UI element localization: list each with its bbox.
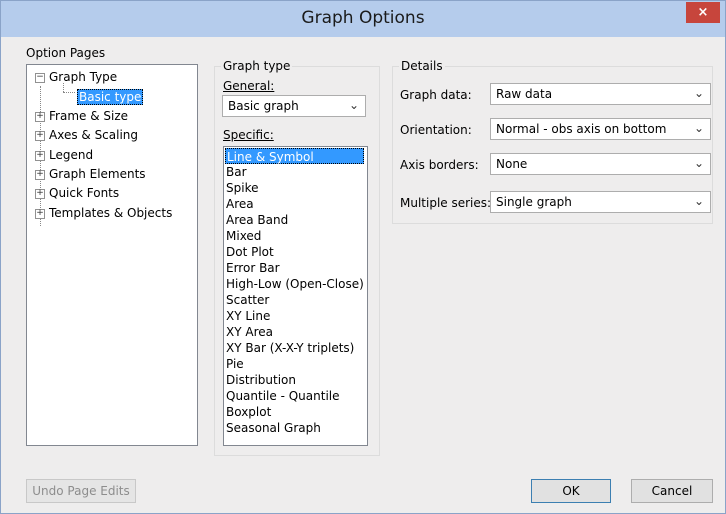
tree-item-label: Templates & Objects xyxy=(49,206,173,220)
multiple-series-value: Single graph xyxy=(496,195,572,209)
orientation-dropdown[interactable]: Normal - obs axis on bottom ⌄ xyxy=(490,118,711,140)
specific-label: Specific: xyxy=(223,128,274,142)
tree-item-basic-type[interactable]: Basic type xyxy=(77,89,144,106)
expand-icon[interactable]: + xyxy=(35,209,45,219)
list-item[interactable]: Quantile - Quantile xyxy=(226,388,340,404)
title-bar[interactable]: Graph Options × xyxy=(1,1,725,37)
option-pages-label: Option Pages xyxy=(26,46,106,60)
multiple-series-dropdown[interactable]: Single graph ⌄ xyxy=(490,191,711,213)
axis-borders-dropdown[interactable]: None ⌄ xyxy=(490,153,711,175)
general-value: Basic graph xyxy=(228,99,299,113)
list-item[interactable]: Pie xyxy=(226,356,244,372)
cancel-button[interactable]: Cancel xyxy=(631,479,713,503)
tree-item-label: Quick Fonts xyxy=(49,186,120,200)
graph-options-dialog: Graph Options × Option Pages − Graph Typ… xyxy=(0,0,726,514)
orientation-value: Normal - obs axis on bottom xyxy=(496,122,667,136)
list-item[interactable]: Mixed xyxy=(226,228,261,244)
tree-item-label: Basic type xyxy=(77,89,144,105)
axis-borders-label: Axis borders: xyxy=(400,158,479,172)
graph-data-dropdown[interactable]: Raw data ⌄ xyxy=(490,83,711,105)
list-item[interactable]: High-Low (Open-Close) xyxy=(226,276,364,292)
chevron-down-icon: ⌄ xyxy=(693,86,704,100)
tree-item-label: Frame & Size xyxy=(49,109,129,123)
tree-item-label: Legend xyxy=(49,148,94,162)
list-item[interactable]: Dot Plot xyxy=(226,244,274,260)
collapse-icon[interactable]: − xyxy=(35,73,45,83)
details-label: Details xyxy=(399,59,445,73)
expand-icon[interactable]: + xyxy=(35,170,45,180)
graph-data-label: Graph data: xyxy=(400,88,472,102)
list-item[interactable]: Spike xyxy=(226,180,258,196)
list-item[interactable]: Error Bar xyxy=(226,260,280,276)
chevron-down-icon: ⌄ xyxy=(693,156,704,170)
expand-icon[interactable]: + xyxy=(35,151,45,161)
tree-item-label: Graph Type xyxy=(49,70,118,84)
tree-item-label: Axes & Scaling xyxy=(49,128,139,142)
list-item[interactable]: XY Line xyxy=(226,308,270,324)
close-button[interactable]: × xyxy=(686,2,720,23)
expand-icon[interactable]: + xyxy=(35,112,45,122)
ok-button[interactable]: OK xyxy=(531,479,611,503)
specific-listbox[interactable]: Line & Symbol Bar Spike Area Area Band M… xyxy=(223,146,368,446)
orientation-label: Orientation: xyxy=(400,123,472,137)
list-item[interactable]: Area xyxy=(226,196,254,212)
option-pages-tree[interactable]: − Graph Type Basic type + Frame & Size +… xyxy=(26,64,198,446)
list-item[interactable]: XY Bar (X-X-Y triplets) xyxy=(226,340,354,356)
undo-page-edits-button[interactable]: Undo Page Edits xyxy=(26,479,136,503)
list-item[interactable]: Line & Symbol xyxy=(225,148,364,164)
list-item[interactable]: Bar xyxy=(226,164,247,180)
graph-type-label: Graph type xyxy=(221,59,293,73)
list-item[interactable]: Seasonal Graph xyxy=(226,420,321,436)
tree-line xyxy=(63,92,75,93)
list-item[interactable]: Area Band xyxy=(226,212,288,228)
list-item[interactable]: Distribution xyxy=(226,372,296,388)
chevron-down-icon: ⌄ xyxy=(348,98,359,112)
chevron-down-icon: ⌄ xyxy=(693,194,704,208)
list-item[interactable]: XY Area xyxy=(226,324,273,340)
axis-borders-value: None xyxy=(496,157,528,171)
tree-item-label: Graph Elements xyxy=(49,167,146,181)
expand-icon[interactable]: + xyxy=(35,131,45,141)
window-title: Graph Options xyxy=(301,8,425,28)
multiple-series-label: Multiple series: xyxy=(400,196,492,210)
list-item[interactable]: Scatter xyxy=(226,292,269,308)
graph-data-value: Raw data xyxy=(496,87,553,101)
chevron-down-icon: ⌄ xyxy=(693,121,704,135)
list-item[interactable]: Boxplot xyxy=(226,404,271,420)
general-label: General: xyxy=(223,79,275,93)
expand-icon[interactable]: + xyxy=(35,189,45,199)
general-dropdown[interactable]: Basic graph ⌄ xyxy=(222,95,366,117)
